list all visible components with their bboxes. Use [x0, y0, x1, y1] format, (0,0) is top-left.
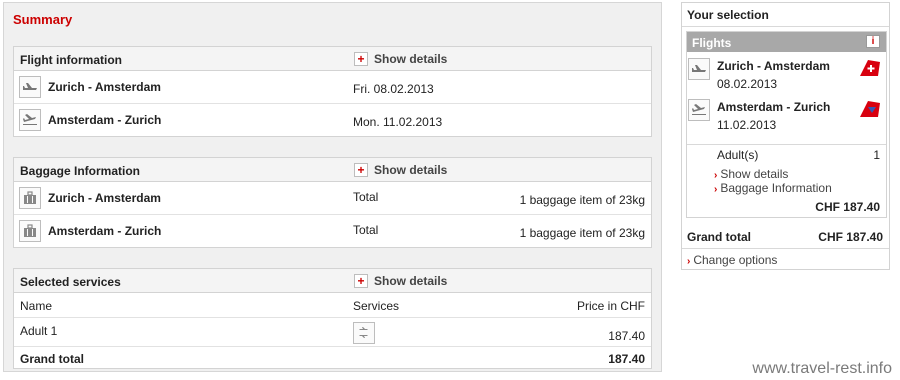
divider — [687, 144, 886, 145]
plane-landing-icon — [688, 99, 710, 121]
baggage-total-value: 1 baggage item of 23kg — [519, 193, 645, 207]
flight-information-header: Flight information + Show details — [14, 47, 651, 71]
divider — [682, 248, 889, 249]
selected-flight-date: 08.02.2013 — [717, 77, 778, 91]
grand-total-value: 187.40 — [608, 352, 645, 366]
show-details-label: Show details — [374, 274, 448, 288]
swiss-tail-logo-icon — [860, 60, 880, 76]
baggage-information-header: Baggage Information + Show details — [14, 158, 651, 182]
watermark-text: www.travel-rest.info — [752, 360, 892, 377]
selected-flight-date: 11.02.2013 — [717, 118, 777, 132]
passenger-label: Adult(s) — [717, 148, 759, 162]
baggage-total-label: Total — [353, 190, 379, 204]
services-show-details-button[interactable]: + Show details — [354, 274, 447, 288]
passenger-count: 1 — [873, 148, 880, 162]
baggage-total-value: 1 baggage item of 23kg — [519, 226, 645, 240]
info-icon[interactable]: i — [866, 35, 880, 48]
selected-services-box: Selected services + Show details Name Se… — [13, 268, 652, 369]
your-selection-title: Your selection — [687, 8, 769, 22]
baggage-row-outbound: Zurich - Amsterdam Total 1 baggage item … — [14, 182, 651, 215]
flight-route: Zurich - Amsterdam — [48, 80, 161, 94]
baggage-information-link-label: Baggage Information — [720, 181, 832, 195]
flight-information-title: Flight information — [20, 53, 122, 67]
services-header-row: Name Services Price in CHF — [14, 293, 651, 318]
baggage-total-label: Total — [353, 223, 379, 237]
col-header-services: Services — [353, 299, 400, 313]
summary-title: Summary — [13, 12, 73, 27]
service-name: Adult 1 — [20, 324, 58, 338]
services-row: Adult 1 187.40 — [14, 318, 651, 347]
flight-date: Mon. 11.02.2013 — [353, 115, 443, 129]
plus-icon: + — [354, 274, 368, 288]
plane-landing-icon — [19, 109, 41, 131]
arrow-right-icon: › — [714, 184, 718, 195]
flights-label: Flights — [692, 36, 732, 50]
selected-services-title: Selected services — [20, 275, 121, 289]
baggage-route: Zurich - Amsterdam — [48, 191, 161, 205]
luggage-icon — [19, 220, 41, 242]
plus-icon: + — [354, 163, 368, 177]
baggage-information-box: Baggage Information + Show details Zuric… — [13, 157, 652, 248]
change-options-link[interactable]: › Change options — [687, 253, 777, 267]
col-header-name: Name — [20, 299, 53, 313]
divider — [682, 26, 889, 27]
baggage-show-details-button[interactable]: + Show details — [354, 163, 447, 177]
selection-grand-total-value: CHF 187.40 — [818, 230, 883, 244]
flight-information-box: Flight information + Show details Zurich… — [13, 46, 652, 137]
flight-route: Amsterdam - Zurich — [48, 113, 162, 127]
show-details-link[interactable]: › Show details — [714, 167, 788, 181]
selected-flight-outbound: Zurich - Amsterdam 08.02.2013 — [687, 56, 886, 96]
service-price: 187.40 — [608, 329, 645, 343]
baggage-route: Amsterdam - Zurich — [48, 224, 162, 238]
col-header-price: Price in CHF — [576, 299, 645, 313]
selected-flight-route: Zurich - Amsterdam — [717, 59, 830, 73]
selected-flight-return: Amsterdam - Zurich 11.02.2013 — [687, 97, 886, 137]
airline-tail-logo-icon — [860, 101, 880, 117]
grand-total-label: Grand total — [20, 352, 85, 366]
selected-flight-route: Amsterdam - Zurich — [717, 100, 831, 114]
summary-panel: Summary Flight information + Show detail… — [3, 2, 662, 372]
selection-grand-total-label: Grand total — [687, 230, 752, 244]
flight-row-outbound: Zurich - Amsterdam Fri. 08.02.2013 — [14, 71, 651, 104]
flights-box: Flights i Zurich - Amsterdam 08.02.2013 … — [686, 31, 887, 218]
baggage-information-link[interactable]: › Baggage Information — [714, 181, 832, 195]
flight-date: Fri. 08.02.2013 — [353, 82, 434, 96]
luggage-icon — [19, 187, 41, 209]
change-options-label: Change options — [693, 253, 778, 267]
services-total-row: Grand total 187.40 — [14, 347, 651, 368]
plane-takeoff-icon — [19, 76, 41, 98]
show-details-link-label: Show details — [720, 167, 789, 181]
show-details-label: Show details — [374, 163, 448, 177]
show-details-label: Show details — [374, 52, 448, 66]
flight-row-return: Amsterdam - Zurich Mon. 11.02.2013 — [14, 104, 651, 137]
flight-services-icon[interactable] — [353, 322, 375, 344]
baggage-row-return: Amsterdam - Zurich Total 1 baggage item … — [14, 215, 651, 248]
arrow-right-icon: › — [687, 256, 691, 267]
flight-show-details-button[interactable]: + Show details — [354, 52, 447, 66]
flights-bar: Flights i — [687, 32, 886, 52]
subtotal-value: CHF 187.40 — [815, 200, 880, 214]
plus-icon: + — [354, 52, 368, 66]
selected-services-header: Selected services + Show details — [14, 269, 651, 293]
plane-takeoff-icon — [688, 58, 710, 80]
arrow-right-icon: › — [714, 170, 718, 181]
baggage-information-title: Baggage Information — [20, 164, 141, 178]
your-selection-panel: Your selection Flights i Zurich - Amster… — [681, 2, 890, 270]
